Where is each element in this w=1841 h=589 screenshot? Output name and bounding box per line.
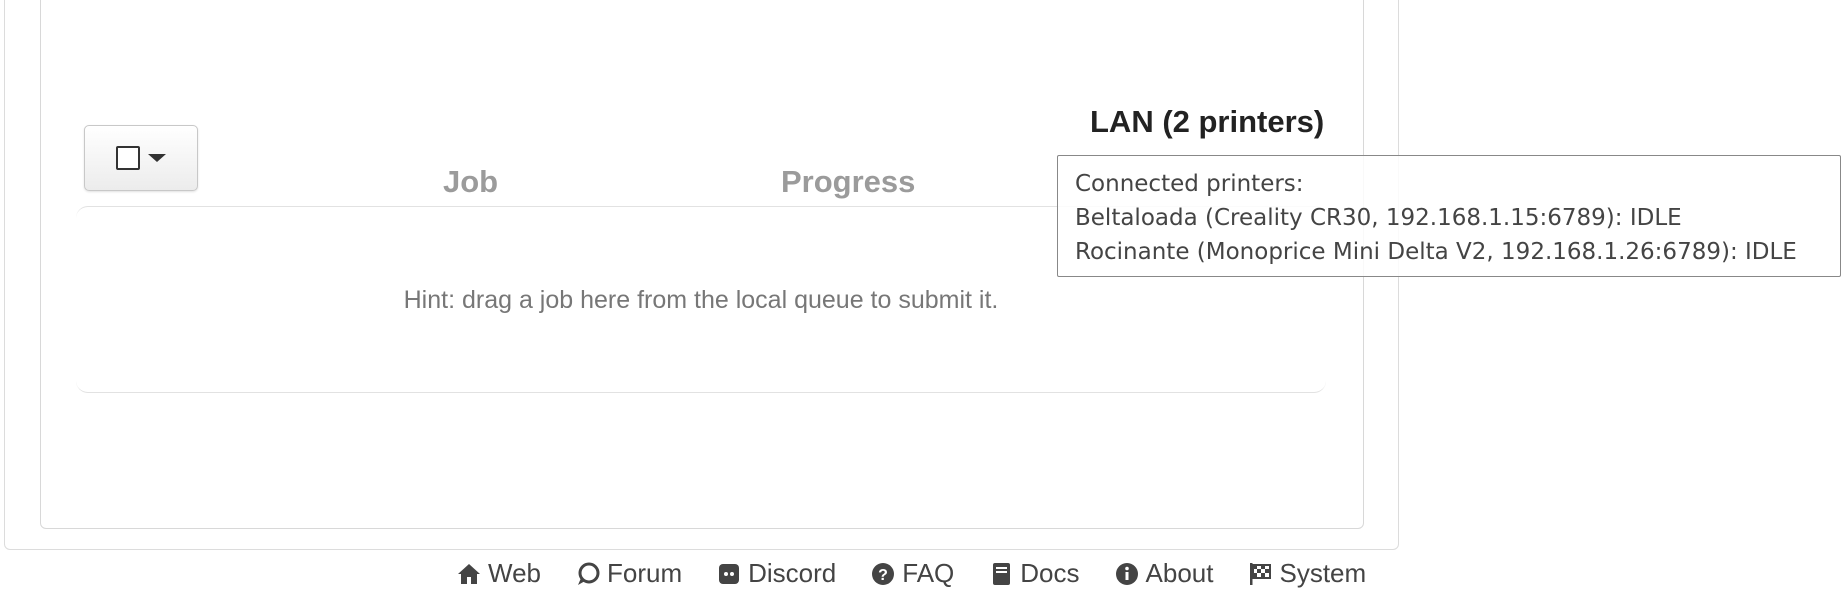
column-header-progress[interactable]: Progress: [781, 164, 915, 200]
footer-link-web[interactable]: Web: [456, 558, 541, 589]
footer-link-label: FAQ: [902, 558, 955, 588]
info-icon: [1115, 562, 1138, 585]
flag-checkered-icon: [1250, 562, 1272, 585]
connected-printers-tooltip: Connected printers: Beltaloada (Creality…: [1057, 155, 1841, 277]
tooltip-heading: Connected printers:: [1075, 171, 1304, 197]
select-all-dropdown-button[interactable]: [84, 125, 198, 191]
footer-nav: Web Forum Discord ? FAQ Docs About Syste…: [456, 558, 1366, 589]
footer-link-about[interactable]: About: [1114, 558, 1214, 589]
footer-link-label: Forum: [607, 558, 683, 588]
footer-link-label: Docs: [1020, 558, 1080, 588]
book-icon: [993, 562, 1011, 585]
svg-text:?: ?: [878, 567, 888, 584]
column-header-job[interactable]: Job: [443, 164, 498, 200]
comment-icon: [578, 562, 600, 585]
footer-link-docs[interactable]: Docs: [988, 558, 1080, 589]
footer-link-label: Web: [488, 558, 541, 588]
question-icon: ?: [872, 562, 895, 585]
footer-link-label: Discord: [748, 558, 837, 588]
checkbox-icon: [116, 146, 140, 170]
footer-link-label: About: [1145, 558, 1214, 588]
footer-link-system[interactable]: System: [1247, 558, 1366, 589]
queue-title[interactable]: LAN (2 printers): [1090, 104, 1324, 140]
printer-entry: Beltaloada (Creality CR30, 192.168.1.15:…: [1075, 205, 1682, 231]
home-icon: [458, 563, 480, 584]
footer-link-forum[interactable]: Forum: [575, 558, 682, 589]
footer-link-label: System: [1279, 558, 1367, 588]
caret-down-icon: [148, 154, 166, 162]
footer-link-discord[interactable]: Discord: [716, 558, 836, 589]
discord-icon: [719, 563, 740, 584]
drop-hint: Hint: drag a job here from the local que…: [403, 286, 999, 314]
printer-entry: Rocinante (Monoprice Mini Delta V2, 192.…: [1075, 239, 1797, 265]
footer-link-faq[interactable]: ? FAQ: [870, 558, 954, 589]
